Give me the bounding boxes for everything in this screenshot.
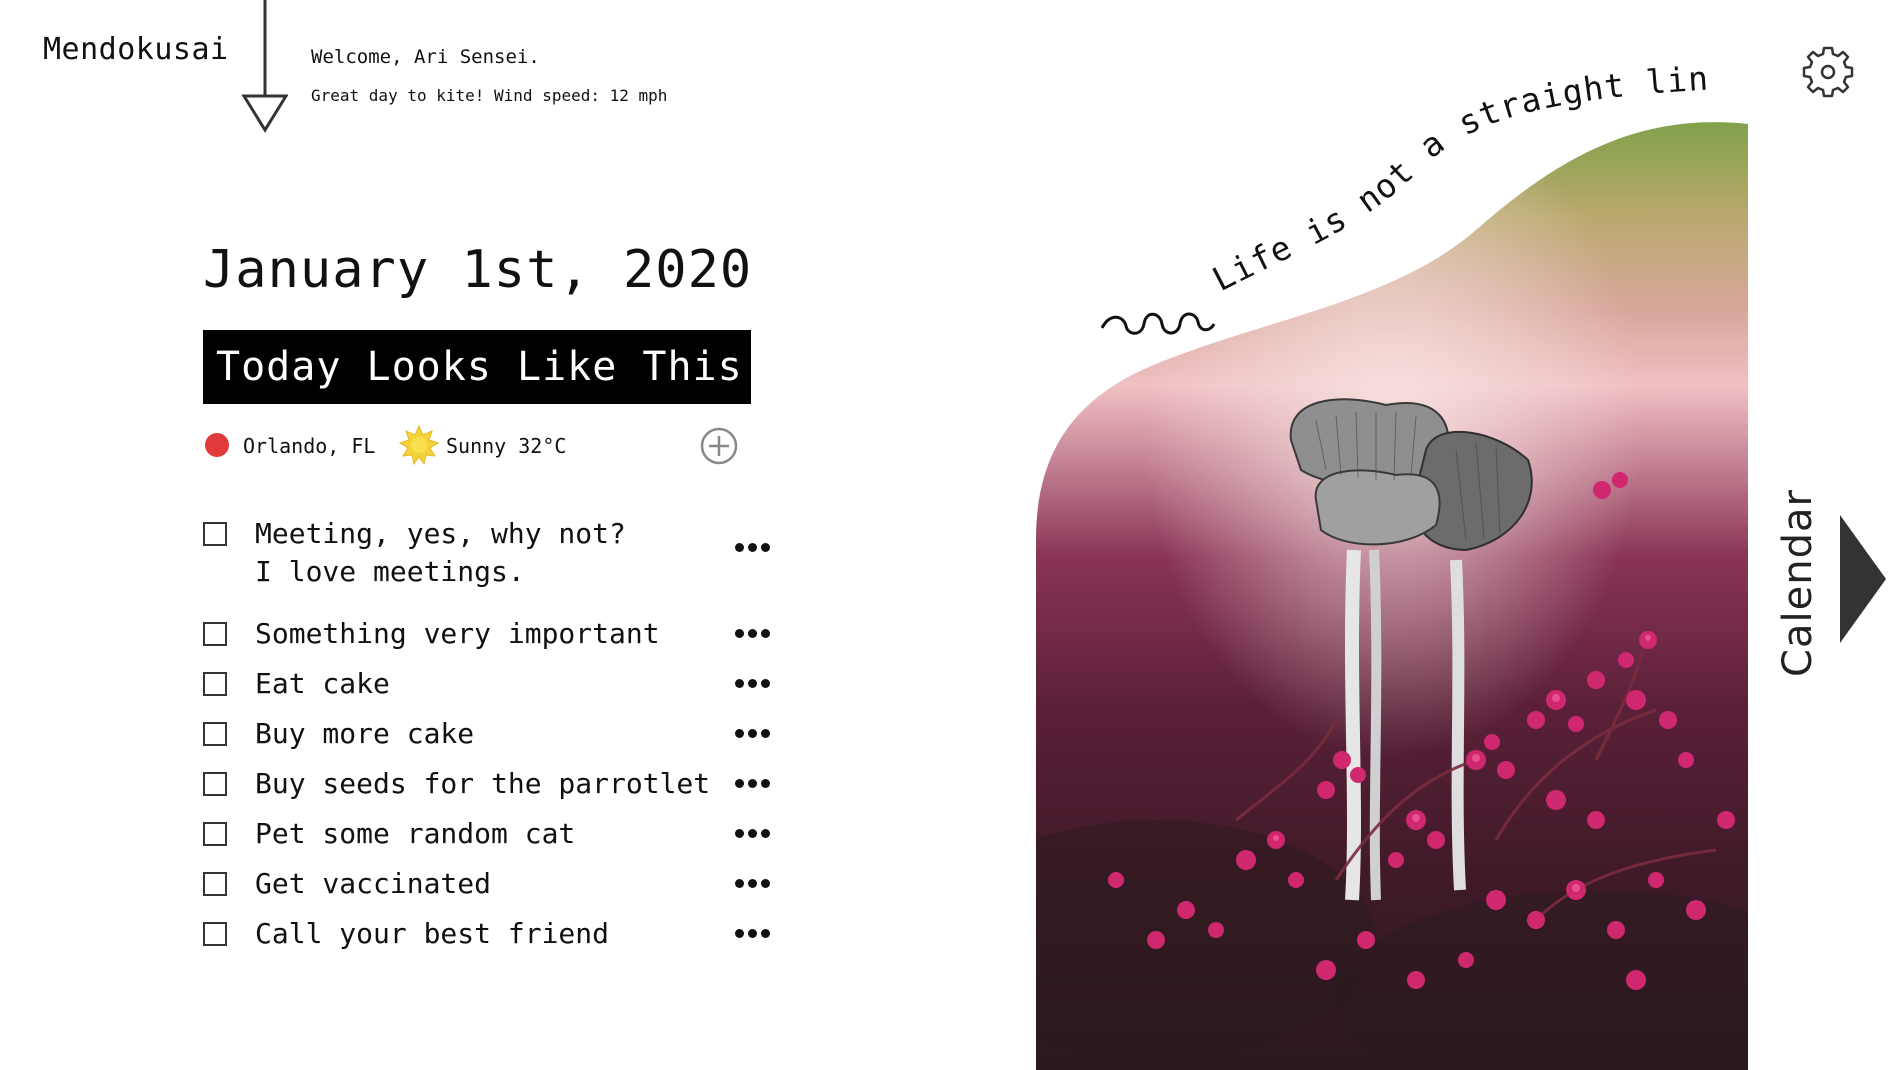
list-item: Eat cake	[203, 667, 783, 704]
weather-text: Sunny 32°C	[446, 434, 567, 458]
todo-checkbox[interactable]	[203, 522, 227, 546]
todo-text: Meeting, yes, why not? I love meetings.	[255, 517, 626, 588]
todo-checkbox[interactable]	[203, 872, 227, 896]
todo-text: Something very important	[255, 617, 660, 650]
list-item: Get vaccinated	[203, 867, 783, 904]
welcome-text: Welcome, Ari Sensei.	[311, 46, 540, 68]
more-icon[interactable]	[735, 826, 775, 840]
squiggle-icon	[1100, 312, 1216, 335]
quote-decoration: Life is not a straight line	[1090, 60, 1710, 335]
more-icon[interactable]	[735, 540, 775, 554]
todo-checkbox[interactable]	[203, 672, 227, 696]
todo-text: Buy seeds for the parrotlet	[255, 767, 711, 800]
list-item: Buy seeds for the parrotlet	[203, 767, 783, 804]
list-item: Pet some random cat	[203, 817, 783, 854]
sun-icon	[399, 425, 439, 465]
more-icon[interactable]	[735, 926, 775, 940]
app-brand: Mendokusai	[43, 32, 229, 67]
location-dot-icon	[205, 433, 229, 457]
weather-note: Great day to kite! Wind speed: 12 mph	[311, 86, 668, 105]
list-item: Call your best friend	[203, 917, 783, 954]
more-icon[interactable]	[735, 876, 775, 890]
day-info-row: Orlando, FL Sunny 32°C	[203, 425, 743, 465]
gear-icon[interactable]	[1800, 44, 1856, 100]
today-banner: Today Looks Like This:	[203, 330, 751, 404]
more-icon[interactable]	[735, 726, 775, 740]
list-item: Something very important	[203, 617, 783, 654]
quote-text: Life is not a straight line	[1090, 60, 1709, 299]
todo-text: Eat cake	[255, 667, 390, 700]
svg-text:Life is not a straight line: Life is not a straight line	[1090, 60, 1710, 299]
more-icon[interactable]	[735, 626, 775, 640]
todo-text: Get vaccinated	[255, 867, 492, 900]
list-item: Buy more cake	[203, 717, 783, 754]
todo-text: Buy more cake	[255, 717, 475, 750]
chevron-right-icon[interactable]	[1840, 515, 1886, 643]
list-item: Meeting, yes, why not? I love meetings.	[203, 517, 783, 590]
add-icon[interactable]	[699, 426, 739, 466]
todo-checkbox[interactable]	[203, 772, 227, 796]
todo-text: Call your best friend	[255, 917, 610, 950]
calendar-tab[interactable]: Calendar	[1775, 488, 1821, 678]
more-icon[interactable]	[735, 676, 775, 690]
page-title: January 1st, 2020	[203, 240, 753, 300]
todo-checkbox[interactable]	[203, 922, 227, 946]
todo-checkbox[interactable]	[203, 622, 227, 646]
location-text: Orlando, FL	[243, 434, 376, 458]
down-arrow-icon	[241, 0, 288, 133]
todo-checkbox[interactable]	[203, 822, 227, 846]
todo-checkbox[interactable]	[203, 722, 227, 746]
calendar-label: Calendar	[1775, 489, 1821, 677]
more-icon[interactable]	[735, 776, 775, 790]
todo-text: Pet some random cat	[255, 817, 576, 850]
